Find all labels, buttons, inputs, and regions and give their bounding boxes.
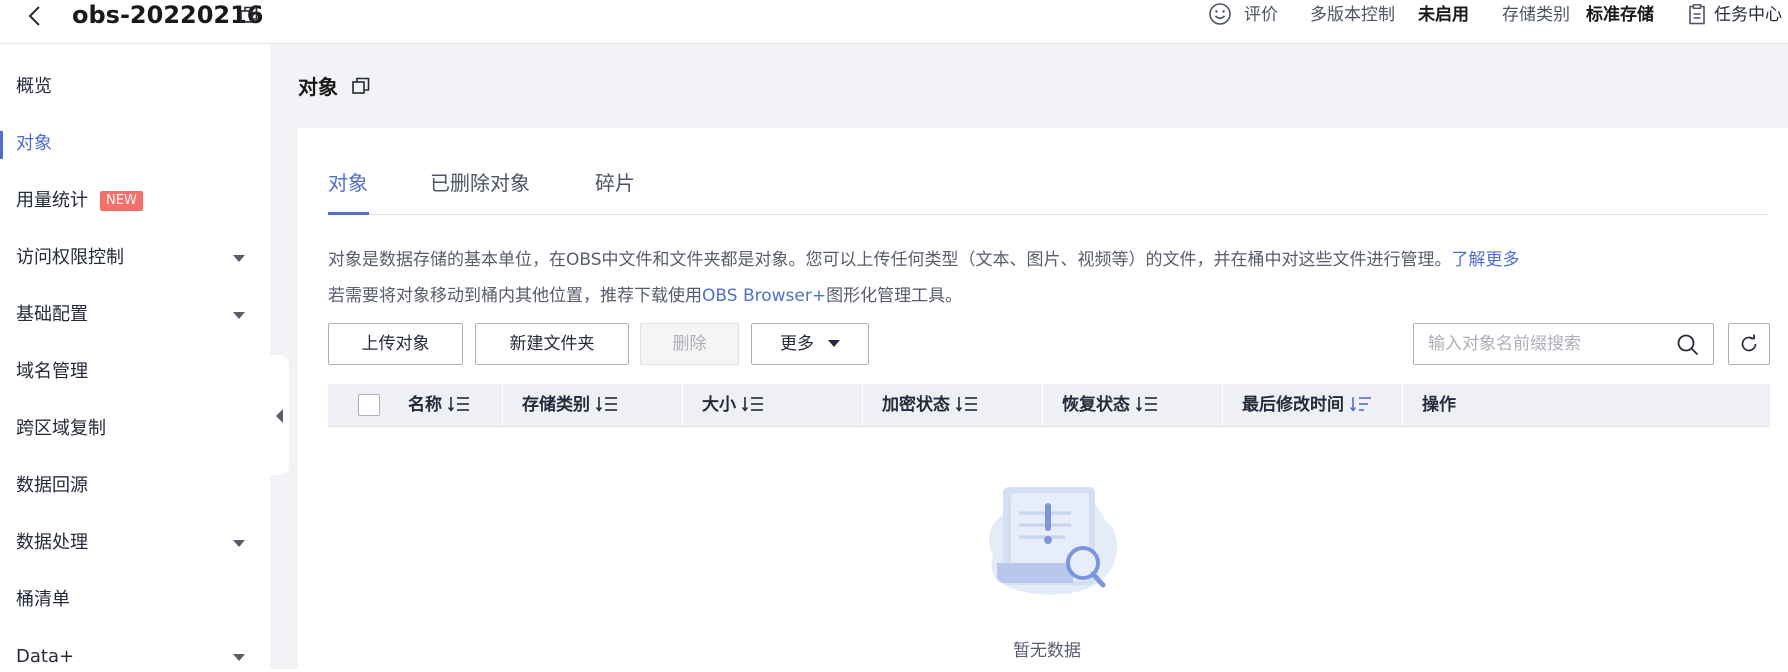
tab-divider [328,214,1768,215]
description-line-1: 对象是数据存储的基本单位，在OBS中文件和文件夹都是对象。您可以上传任何类型（文… [328,246,1520,274]
copy-icon[interactable] [352,77,370,95]
versioning-value: 未启用 [1418,0,1469,30]
page-title: 对象 [298,75,338,99]
copy-icon[interactable] [240,6,258,24]
smile-icon[interactable] [1208,2,1232,26]
collapse-arrow-icon [276,409,283,423]
sidebar-item-label: 用量统计 [16,190,88,211]
chevron-down-icon[interactable] [233,255,245,262]
delete-button[interactable]: 删除 [640,323,739,365]
rate-link[interactable]: 评价 [1244,0,1278,30]
column-divider [1402,384,1403,426]
column-header-name[interactable]: 名称 [408,384,470,426]
obs-browser-link[interactable]: OBS Browser+ [702,286,826,306]
chevron-down-icon [828,340,840,347]
sort-icon[interactable] [742,395,764,413]
column-label: 恢复状态 [1062,395,1130,415]
sidebar-item-access-control[interactable]: 访问权限控制 [16,243,124,273]
sort-icon[interactable] [1136,395,1158,413]
learn-more-link[interactable]: 了解更多 [1452,250,1520,270]
column-divider [682,384,683,426]
versioning-status: 未启用 [1418,5,1469,25]
sidebar-item-cross-region[interactable]: 跨区域复制 [16,414,106,444]
column-label: 存储类别 [522,395,590,415]
storage-class-status: 标准存储 [1586,5,1654,25]
task-center-link[interactable]: 任务中心 [1714,0,1782,30]
active-tab-indicator [328,212,369,215]
sidebar-item-overview[interactable]: 概览 [16,72,52,102]
column-header-storage-class[interactable]: 存储类别 [522,384,618,426]
more-label: 更多 [780,334,814,354]
sidebar-active-indicator [0,131,3,159]
empty-state-icon [988,487,1118,595]
sidebar-item-data-processing[interactable]: 数据处理 [16,528,88,558]
chevron-down-icon[interactable] [233,540,245,547]
tab-objects[interactable]: 对象 [328,168,368,198]
chevron-down-icon[interactable] [233,312,245,319]
versioning-label: 多版本控制 [1310,5,1395,25]
column-header-size[interactable]: 大小 [702,384,764,426]
empty-state-text: 暂无数据 [1013,641,1081,661]
storage-class-label: 存储类别 [1502,5,1570,25]
table-divider [328,426,1770,427]
sidebar-item-domain[interactable]: 域名管理 [16,357,88,387]
description-text: 若需要将对象移动到桶内其他位置，推荐下载使用 [328,286,702,306]
upload-object-button[interactable]: 上传对象 [328,323,463,365]
description-text: 图形化管理工具。 [826,286,963,306]
refresh-button[interactable] [1728,323,1770,365]
sidebar-item-data-plus[interactable]: Data+ [16,642,74,672]
column-divider [862,384,863,426]
sort-icon[interactable] [956,395,978,413]
column-label: 名称 [408,395,442,415]
top-bar: obs-20220216 评价 多版本控制 未启用 存储类别 标准存储 任务中心 [0,0,1788,44]
search-icon[interactable] [1676,333,1700,357]
column-header-last-modified[interactable]: 最后修改时间 [1242,384,1372,426]
sort-icon[interactable] [596,395,618,413]
chevron-down-icon[interactable] [233,654,245,661]
column-label: 最后修改时间 [1242,395,1344,415]
tab-fragments[interactable]: 碎片 [595,168,635,198]
sidebar-item-back-to-source[interactable]: 数据回源 [16,471,88,501]
sort-active-icon[interactable] [1350,395,1372,413]
sort-icon[interactable] [448,395,470,413]
column-header-encryption[interactable]: 加密状态 [882,384,978,426]
search-input[interactable] [1428,332,1658,356]
column-header-actions: 操作 [1422,395,1456,415]
column-divider [502,384,503,426]
tab-deleted-objects[interactable]: 已删除对象 [430,168,530,198]
new-folder-button[interactable]: 新建文件夹 [475,323,629,365]
sidebar-item-inventory[interactable]: 桶清单 [16,585,70,615]
storage-class-value: 标准存储 [1586,0,1654,30]
task-list-icon[interactable] [1688,4,1706,25]
sidebar-item-basic-config[interactable]: 基础配置 [16,300,88,330]
column-divider [1042,384,1043,426]
description-line-2: 若需要将对象移动到桶内其他位置，推荐下载使用OBS Browser+图形化管理工… [328,282,962,310]
bucket-name: obs-20220216 [72,1,264,29]
description-text: 对象是数据存储的基本单位，在OBS中文件和文件夹都是对象。您可以上传任何类型（文… [328,250,1452,270]
back-arrow-icon[interactable] [24,4,48,28]
sidebar-item-usage[interactable]: 用量统计 NEW [16,186,143,216]
search-box [1413,323,1714,365]
column-label: 大小 [702,395,736,415]
refresh-icon [1741,334,1757,352]
column-header-restore[interactable]: 恢复状态 [1062,384,1158,426]
select-all-checkbox[interactable] [358,394,380,416]
sidebar-collapse-button[interactable] [264,355,289,475]
sidebar-item-objects[interactable]: 对象 [16,129,52,159]
more-dropdown[interactable]: 更多 [751,323,869,365]
new-badge: NEW [100,191,143,211]
column-divider [1222,384,1223,426]
table-header: 名称 存储类别 大小 加密状态 恢复状态 最后修改时间 操作 [328,384,1770,426]
column-label: 加密状态 [882,395,950,415]
